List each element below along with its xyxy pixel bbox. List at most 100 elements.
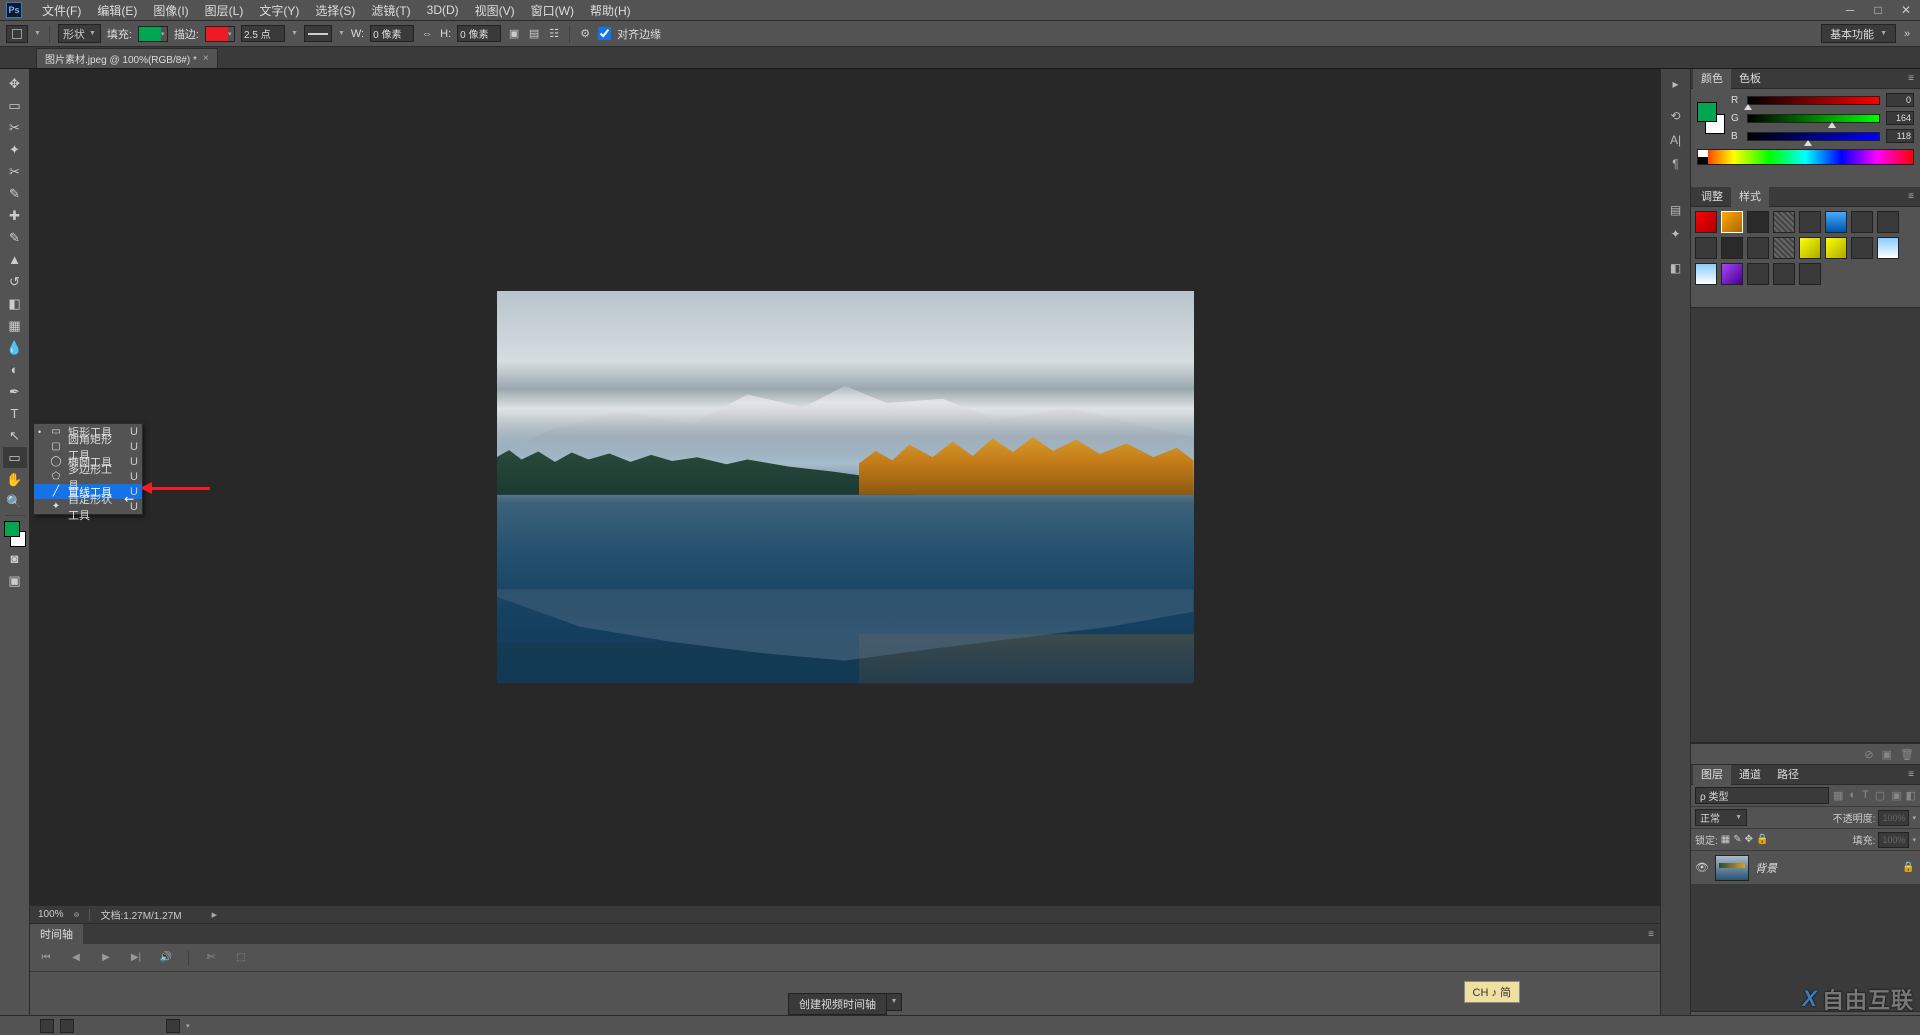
path-arrangement-icon[interactable]: ☷: [547, 27, 561, 41]
go-first-frame-icon[interactable]: ⏮: [38, 950, 54, 966]
g-slider[interactable]: [1747, 114, 1880, 123]
b-value[interactable]: 118: [1886, 129, 1914, 143]
stroke-width-input[interactable]: 2.5 点: [241, 25, 285, 42]
link-wh-icon[interactable]: ⇔: [420, 27, 434, 41]
style-swatch[interactable]: [1747, 263, 1769, 285]
eyedropper-tool[interactable]: ✎: [3, 183, 27, 204]
stroke-color-swatch[interactable]: ▾: [205, 26, 235, 42]
paragraph-panel-icon[interactable]: ¶: [1665, 153, 1687, 175]
b-slider[interactable]: [1747, 132, 1880, 141]
filter-shape-icon[interactable]: ▢: [1875, 789, 1885, 802]
audio-icon[interactable]: 🔊: [158, 950, 174, 966]
r-value[interactable]: 0: [1886, 93, 1914, 107]
layers-tab[interactable]: 图层: [1693, 765, 1731, 785]
width-input[interactable]: 0 像素: [370, 25, 414, 42]
opacity-input[interactable]: 100%: [1878, 810, 1909, 826]
maximize-icon[interactable]: □: [1864, 0, 1892, 20]
menu-select[interactable]: 选择(S): [307, 0, 363, 21]
height-input[interactable]: 0 像素: [457, 25, 501, 42]
style-swatch[interactable]: [1799, 263, 1821, 285]
timeline-collapsed-icon[interactable]: [60, 1019, 74, 1033]
menu-layer[interactable]: 图层(L): [197, 0, 252, 21]
close-tab-icon[interactable]: ×: [203, 53, 209, 64]
next-frame-icon[interactable]: ▶|: [128, 950, 144, 966]
pen-tool[interactable]: ✒: [3, 381, 27, 402]
style-swatch[interactable]: [1773, 211, 1795, 233]
zoom-dropdown-icon[interactable]: ⊚: [74, 911, 80, 919]
blur-tool[interactable]: 💧: [3, 337, 27, 358]
foreground-background-colors[interactable]: [4, 521, 26, 547]
eraser-tool[interactable]: ◧: [3, 293, 27, 314]
layer-thumbnail[interactable]: [1715, 855, 1749, 881]
transition-icon[interactable]: ⬚: [233, 950, 249, 966]
canvas-viewport[interactable]: [30, 69, 1660, 905]
style-swatch[interactable]: [1851, 237, 1873, 259]
gear-icon[interactable]: ⚙: [578, 27, 592, 41]
path-selection-tool[interactable]: ↖: [3, 425, 27, 446]
fill-color-swatch[interactable]: ▾: [138, 26, 168, 42]
menu-3d[interactable]: 3D(D): [419, 1, 467, 19]
r-slider[interactable]: [1747, 96, 1880, 105]
status-dropdown-icon[interactable]: ▶: [212, 911, 217, 919]
timeline-tab[interactable]: 时间轴: [30, 924, 83, 944]
new-style-icon[interactable]: ▣: [1882, 748, 1892, 761]
shape-tool[interactable]: ▭: [3, 447, 27, 468]
styles-tab[interactable]: 样式: [1731, 187, 1769, 207]
clone-stamp-tool[interactable]: ▲: [3, 249, 27, 270]
zoom-level[interactable]: 100%: [38, 909, 64, 920]
align-edges-checkbox[interactable]: [598, 27, 611, 40]
style-swatch[interactable]: [1721, 237, 1743, 259]
active-tool-preset[interactable]: [6, 25, 28, 43]
channels-tab[interactable]: 通道: [1731, 765, 1769, 785]
style-swatch[interactable]: [1877, 211, 1899, 233]
style-swatch[interactable]: [1799, 237, 1821, 259]
path-operations-icon[interactable]: ▣: [507, 27, 521, 41]
flyout-rounded-rectangle-tool[interactable]: ▢ 圆角矩形工具 U: [34, 439, 142, 454]
timeline-type-dropdown[interactable]: ▼: [886, 993, 902, 1011]
menu-view[interactable]: 视图(V): [467, 0, 523, 21]
style-swatch[interactable]: [1747, 211, 1769, 233]
lock-transparent-icon[interactable]: ▦: [1721, 834, 1730, 845]
filter-type-icon[interactable]: T: [1862, 789, 1869, 802]
mini-bridge-icon[interactable]: [40, 1019, 54, 1033]
menu-help[interactable]: 帮助(H): [582, 0, 639, 21]
marquee-tool[interactable]: ▭: [3, 95, 27, 116]
style-swatch[interactable]: [1877, 237, 1899, 259]
dock-expand-icon[interactable]: ▸: [1665, 73, 1687, 95]
lasso-tool[interactable]: ✂: [3, 117, 27, 138]
layer-visibility-icon[interactable]: 👁: [1695, 861, 1709, 874]
tool-mode-dropdown[interactable]: 形状 ▼: [58, 24, 101, 43]
style-swatch[interactable]: [1825, 211, 1847, 233]
workspace-dropdown[interactable]: 基本功能 ▼: [1821, 24, 1896, 43]
menu-window[interactable]: 窗口(W): [523, 0, 582, 21]
style-swatch[interactable]: [1799, 211, 1821, 233]
play-icon[interactable]: ▶: [98, 950, 114, 966]
brushes-panel-icon[interactable]: ▤: [1665, 199, 1687, 221]
magic-wand-tool[interactable]: ✦: [3, 139, 27, 160]
menu-image[interactable]: 图像(I): [145, 0, 196, 21]
style-swatch[interactable]: [1695, 237, 1717, 259]
style-swatch[interactable]: [1773, 263, 1795, 285]
style-swatch[interactable]: [1695, 211, 1717, 233]
style-swatch[interactable]: [1825, 237, 1847, 259]
filter-adjust-icon[interactable]: ◐: [1849, 789, 1856, 802]
dodge-tool[interactable]: ◐: [3, 359, 27, 380]
style-swatch[interactable]: [1773, 237, 1795, 259]
layer-fill-input[interactable]: 100%: [1878, 832, 1909, 848]
flyout-polygon-tool[interactable]: ⬠ 多边形工具 U: [34, 469, 142, 484]
style-swatch[interactable]: [1747, 237, 1769, 259]
adjustments-tab[interactable]: 调整: [1693, 187, 1731, 207]
healing-brush-tool[interactable]: ✚: [3, 205, 27, 226]
close-icon[interactable]: ✕: [1892, 0, 1920, 20]
cloud-icon[interactable]: »: [1900, 27, 1914, 41]
blend-mode-dropdown[interactable]: 正常 ▼: [1695, 809, 1747, 826]
foreground-color[interactable]: [4, 521, 20, 537]
dock-item-icon[interactable]: [166, 1019, 180, 1033]
color-tab[interactable]: 颜色: [1693, 69, 1731, 89]
color-panel-swatches[interactable]: [1697, 102, 1725, 134]
screen-mode-icon[interactable]: ▣: [3, 570, 27, 591]
properties-panel-icon[interactable]: ◧: [1665, 257, 1687, 279]
flyout-custom-shape-tool[interactable]: ✦ 自定形状工具 U: [34, 499, 142, 514]
split-icon[interactable]: ✄: [203, 950, 219, 966]
path-alignment-icon[interactable]: ▤: [527, 27, 541, 41]
